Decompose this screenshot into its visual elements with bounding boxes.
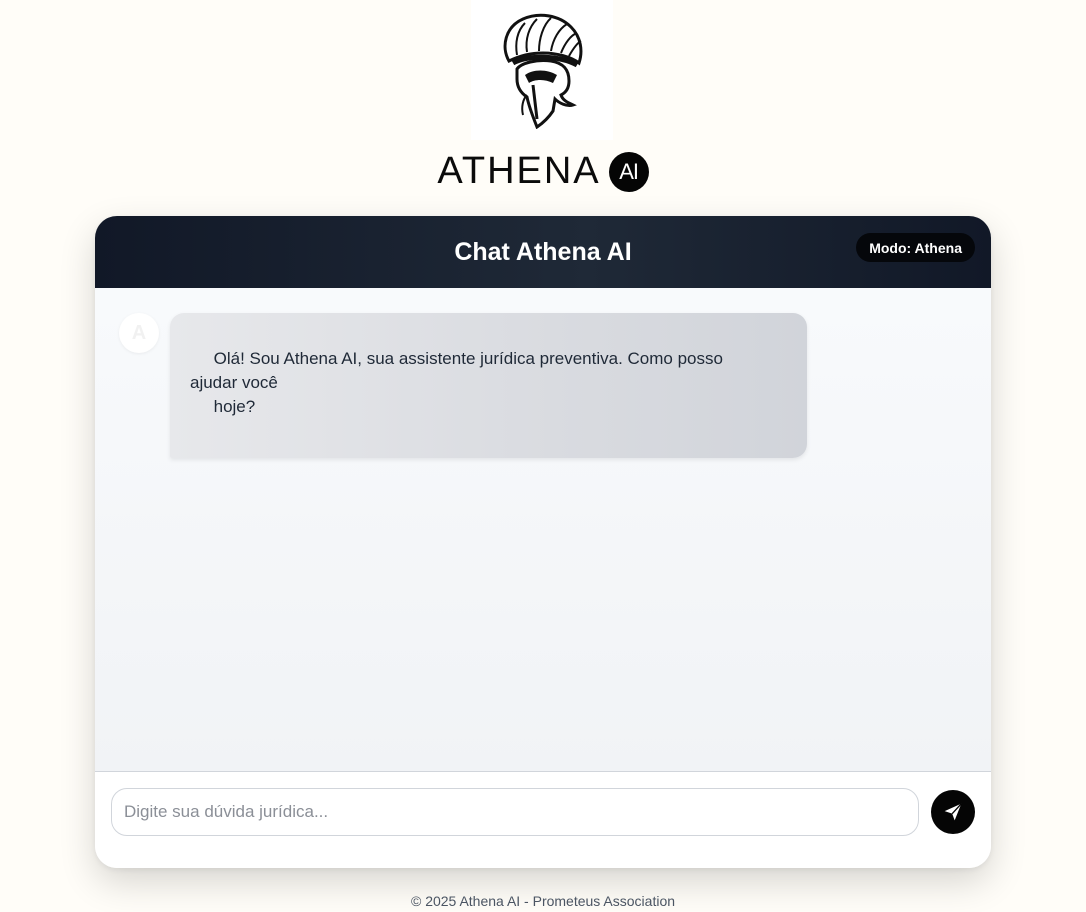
footer-copyright: © 2025 Athena AI - Prometeus Association [410,893,676,909]
brand-name: ATHENA [437,150,601,192]
page: ATHENA AI Chat Athena AI Modo: Athena A … [0,0,1086,912]
send-button[interactable] [931,790,975,834]
message-text-line: hoje? [190,397,256,416]
message-list[interactable]: A Olá! Sou Athena AI, sua assistente jur… [95,288,991,771]
chat-title: Chat Athena AI [454,237,632,266]
chat-window: Chat Athena AI Modo: Athena A Olá! Sou A… [95,216,991,868]
bot-avatar: A [119,313,159,353]
spartan-helmet-icon [503,13,583,129]
message-text-line: ajudar você [190,373,278,392]
chat-header: Chat Athena AI Modo: Athena [95,216,991,288]
logo [471,0,613,140]
composer-bar [95,771,991,868]
paper-plane-icon [944,803,962,821]
message-text-line: Olá! Sou Athena AI, sua assistente juríd… [190,349,723,368]
bot-message-bubble: Olá! Sou Athena AI, sua assistente juríd… [170,313,807,458]
message-input[interactable] [111,788,919,836]
brand-title: ATHENA AI [0,150,1086,193]
brand-ai-badge: AI [608,151,649,192]
mode-badge[interactable]: Modo: Athena [856,233,975,262]
